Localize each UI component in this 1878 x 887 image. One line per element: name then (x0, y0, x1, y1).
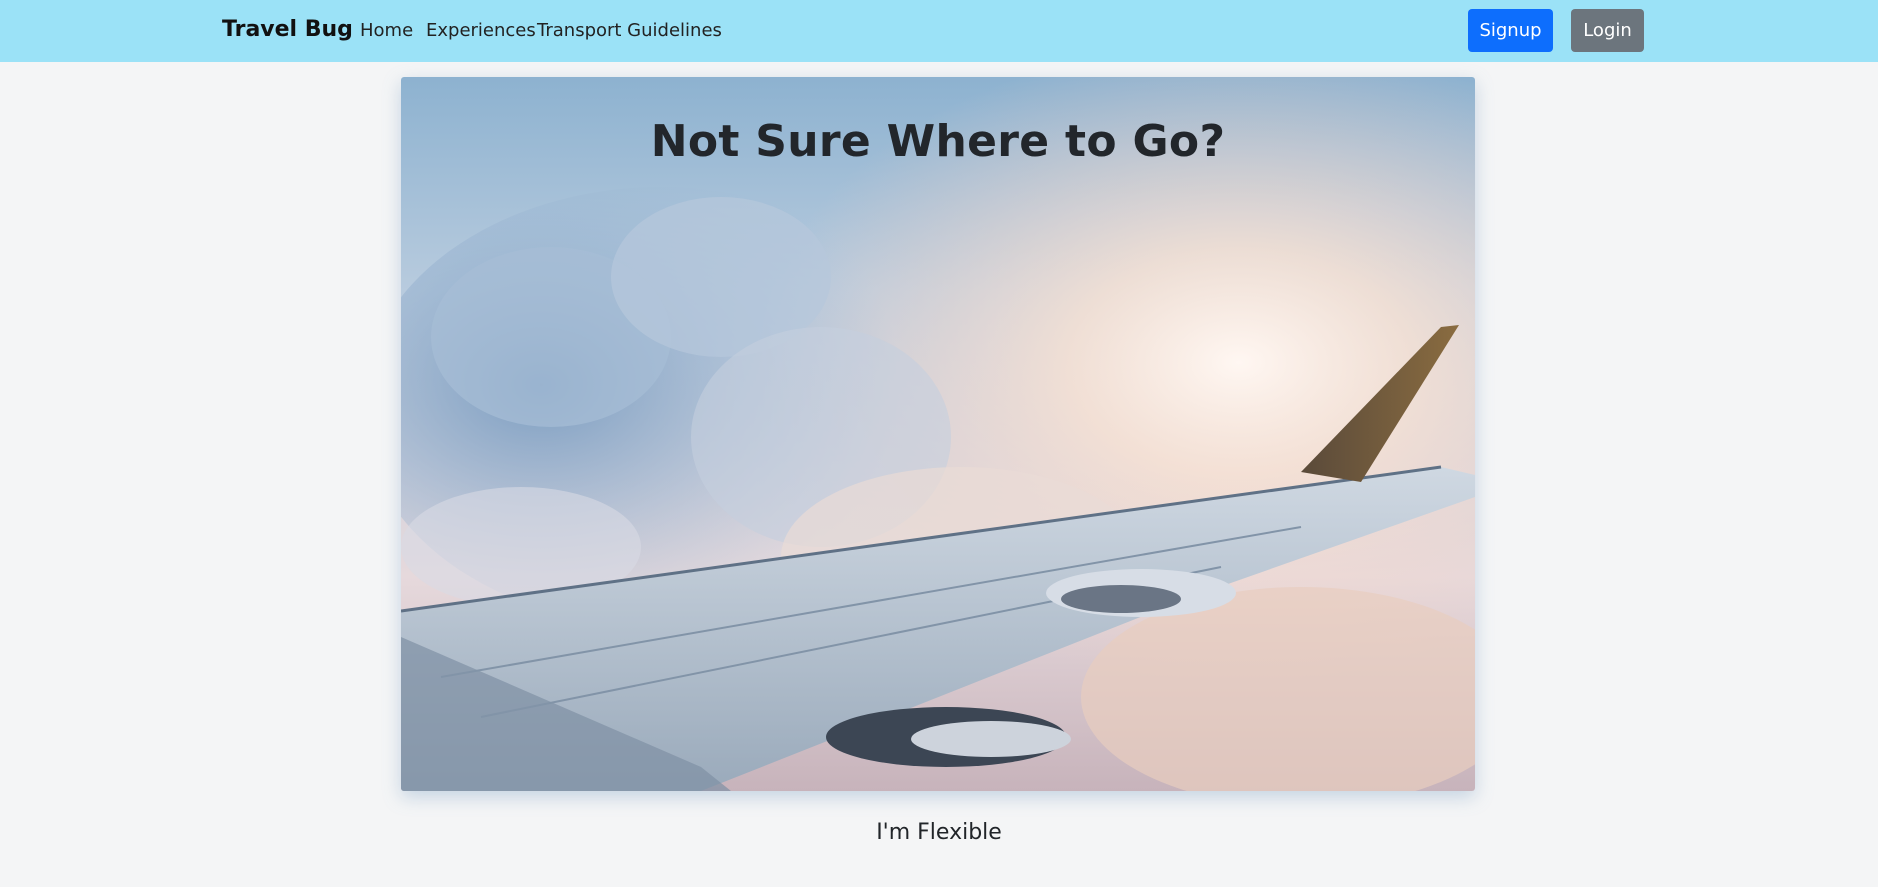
login-button[interactable]: Login (1571, 9, 1644, 52)
signup-button[interactable]: Signup (1468, 9, 1553, 52)
brand-logo[interactable]: Travel Bug (222, 17, 353, 42)
airplane-wing-sky-image (401, 77, 1475, 791)
im-flexible-link[interactable]: I'm Flexible (0, 820, 1878, 845)
hero-title: Not Sure Where to Go? (650, 116, 1226, 167)
nav-link-experiences[interactable]: Experiences (426, 20, 536, 41)
top-navbar: Travel Bug Home Experiences Transport Gu… (0, 0, 1878, 62)
nav-link-home[interactable]: Home (360, 20, 413, 41)
nav-link-transport-guidelines[interactable]: Transport Guidelines (537, 20, 722, 41)
hero-card: Not Sure Where to Go? (401, 77, 1475, 791)
